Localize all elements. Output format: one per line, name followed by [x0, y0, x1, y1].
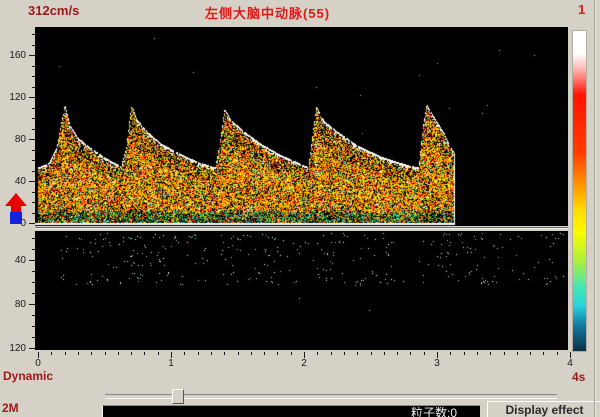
- axis-tick-label: 120: [9, 343, 26, 354]
- baseline-divider-highlight: [35, 228, 568, 229]
- axis-tick: [291, 352, 292, 355]
- axis-tick: [32, 87, 35, 88]
- axis-tick: [32, 66, 35, 67]
- axis-tick: [29, 139, 35, 140]
- axis-tick: [144, 352, 145, 355]
- probe-label: 2M: [2, 401, 19, 415]
- axis-tick: [477, 352, 478, 355]
- axis-tick-label: 80: [15, 299, 26, 310]
- display-effect-button[interactable]: Display effect: [487, 401, 600, 417]
- spectrum-panel-reverse: [35, 231, 568, 350]
- axis-tick: [317, 352, 318, 355]
- axis-tick: [29, 304, 35, 305]
- axis-tick: [543, 352, 544, 355]
- axis-tick: [32, 45, 35, 46]
- axis-tick: [32, 108, 35, 109]
- particle-count-label: 粒子数:0: [411, 406, 457, 417]
- axis-tick: [29, 97, 35, 98]
- axis-tick: [32, 160, 35, 161]
- axis-tick: [344, 352, 345, 355]
- axis-tick: [397, 352, 398, 355]
- axis-tick: [32, 192, 35, 193]
- sweep-time-label: 4s: [572, 370, 585, 384]
- axis-tick: [105, 352, 106, 355]
- axis-tick: [32, 213, 35, 214]
- spectrum-panel-forward: [35, 27, 568, 226]
- y-axis-reverse: 4080120: [0, 231, 35, 350]
- axis-tick: [131, 352, 132, 355]
- axis-tick: [490, 352, 491, 355]
- ultrasound-doppler-screen: 312cm/s 左侧大脑中动脉(55) 1 04080120160 408012…: [0, 0, 600, 417]
- axis-tick-label: 2: [296, 358, 312, 369]
- axis-tick: [32, 171, 35, 172]
- axis-tick: [32, 238, 35, 239]
- axis-tick: [32, 76, 35, 77]
- status-bar: 粒子数:0: [102, 405, 480, 417]
- axis-tick: [65, 352, 66, 355]
- axis-tick: [184, 352, 185, 355]
- axis-tick: [557, 352, 558, 355]
- gain-index-label: 1: [578, 2, 585, 17]
- axis-tick: [32, 315, 35, 316]
- sweep-scrollbar-thumb[interactable]: [172, 389, 184, 404]
- spectrum-canvas-reverse: [35, 231, 568, 350]
- axis-tick: [530, 352, 531, 355]
- axis-tick: [371, 352, 372, 355]
- spectrum-canvas-forward: [35, 27, 568, 226]
- axis-tick: [29, 348, 35, 349]
- axis-tick: [32, 150, 35, 151]
- axis-tick: [32, 249, 35, 250]
- axis-tick: [158, 352, 159, 355]
- axis-tick: [211, 352, 212, 355]
- axis-tick: [32, 337, 35, 338]
- axis-tick: [118, 352, 119, 355]
- axis-tick: [251, 352, 252, 355]
- axis-tick-label: 40: [15, 255, 26, 266]
- axis-tick: [384, 352, 385, 355]
- axis-tick: [424, 352, 425, 355]
- color-scale-bar: [572, 30, 587, 352]
- axis-tick: [410, 352, 411, 355]
- axis-tick: [32, 118, 35, 119]
- axis-tick: [29, 260, 35, 261]
- dynamic-label: Dynamic: [3, 369, 53, 383]
- axis-tick: [357, 352, 358, 355]
- axis-tick-label: 120: [9, 92, 26, 103]
- axis-tick: [464, 352, 465, 355]
- axis-tick: [32, 271, 35, 272]
- axis-tick: [32, 293, 35, 294]
- axis-tick: [51, 352, 52, 355]
- flow-direction-arrow-icon: [3, 192, 31, 225]
- axis-tick: [238, 352, 239, 355]
- right-edge-divider-highlight: [595, 0, 596, 417]
- axis-tick: [198, 352, 199, 355]
- axis-tick: [517, 352, 518, 355]
- axis-tick: [32, 34, 35, 35]
- axis-tick: [32, 202, 35, 203]
- axis-tick: [264, 352, 265, 355]
- axis-tick: [450, 352, 451, 355]
- axis-tick-label: 40: [15, 176, 26, 187]
- axis-tick-label: 0: [30, 358, 46, 369]
- axis-tick-label: 80: [15, 134, 26, 145]
- axis-tick: [29, 55, 35, 56]
- axis-tick-label: 4: [562, 358, 578, 369]
- axis-tick: [277, 352, 278, 355]
- exam-title: 左侧大脑中动脉(55): [205, 3, 330, 22]
- velocity-scale-label: 312cm/s: [28, 3, 79, 18]
- axis-tick: [78, 352, 79, 355]
- axis-tick: [224, 352, 225, 355]
- axis-tick: [331, 352, 332, 355]
- axis-tick: [29, 181, 35, 182]
- axis-tick-label: 160: [9, 50, 26, 61]
- axis-tick-label: 1: [163, 358, 179, 369]
- axis-tick: [32, 326, 35, 327]
- axis-tick: [32, 282, 35, 283]
- axis-tick: [91, 352, 92, 355]
- x-axis-time: 01234: [35, 351, 580, 369]
- axis-tick-label: 3: [429, 358, 445, 369]
- axis-tick: [504, 352, 505, 355]
- axis-tick: [32, 129, 35, 130]
